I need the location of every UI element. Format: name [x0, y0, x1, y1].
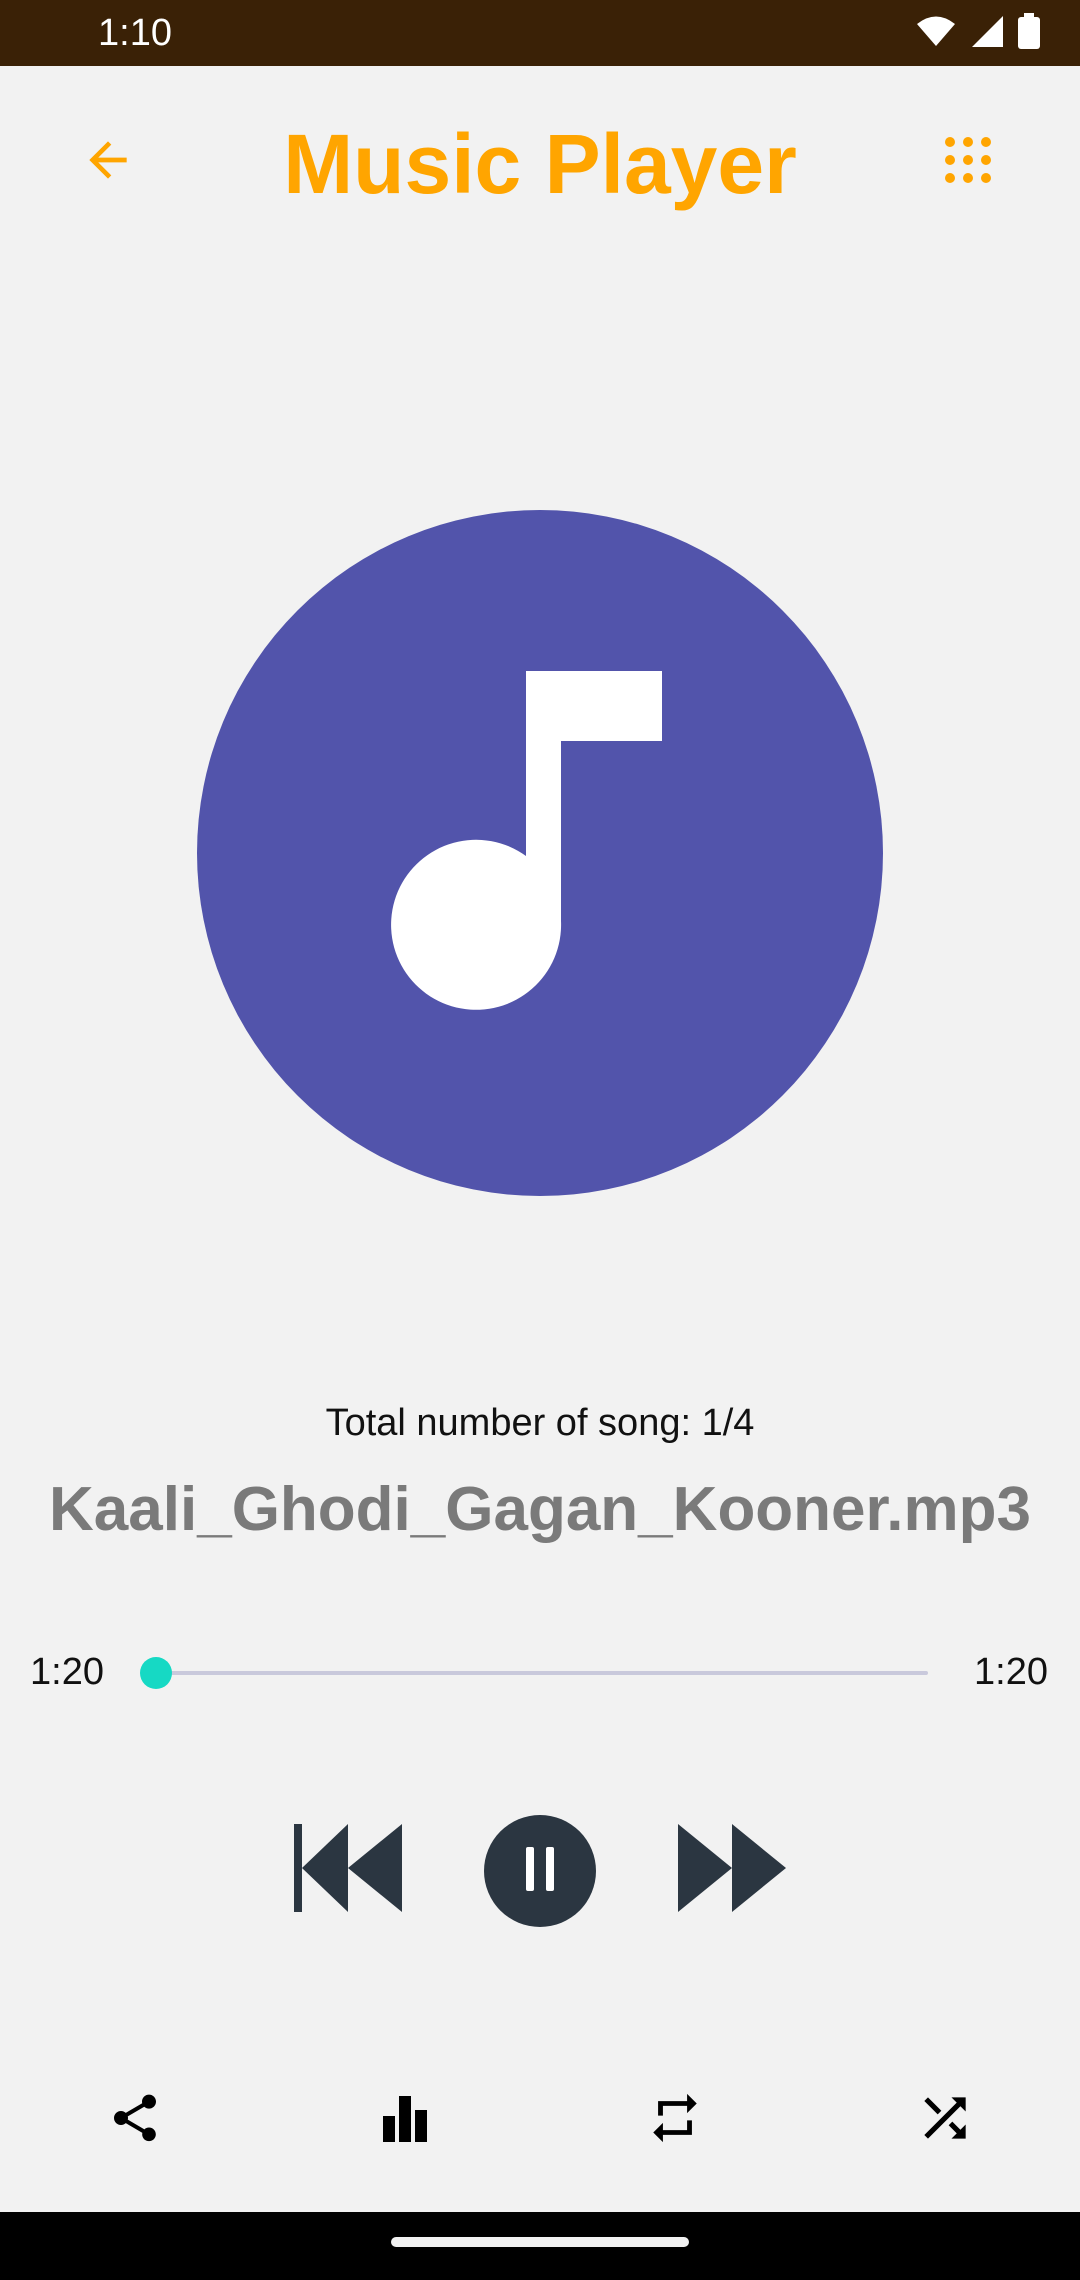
- music-note-icon: [390, 670, 690, 1036]
- system-nav-bar: [0, 2212, 1080, 2280]
- equalizer-button[interactable]: [365, 2080, 445, 2160]
- grid-menu-icon: [943, 135, 993, 190]
- skip-next-icon: [676, 1822, 788, 1919]
- share-button[interactable]: [95, 2080, 175, 2160]
- wifi-icon: [916, 15, 956, 52]
- seek-thumb[interactable]: [140, 1657, 172, 1689]
- bottom-action-bar: [0, 2070, 1080, 2170]
- playback-controls: [0, 1810, 1080, 1930]
- app-bar: Music Player: [0, 66, 1080, 256]
- status-bar: 1:10: [0, 0, 1080, 66]
- total-duration: 1:20: [974, 1651, 1048, 1693]
- repeat-button[interactable]: [635, 2080, 715, 2160]
- shuffle-icon: [914, 2087, 976, 2154]
- signal-icon: [970, 14, 1004, 53]
- elapsed-time: 1:20: [30, 1651, 104, 1693]
- pause-button[interactable]: [484, 1815, 596, 1927]
- next-button[interactable]: [674, 1820, 790, 1920]
- equalizer-icon: [379, 2092, 431, 2149]
- share-icon: [107, 2090, 163, 2151]
- song-count: Total number of song: 1/4: [325, 1402, 755, 1444]
- battery-icon: [1018, 12, 1040, 54]
- shuffle-button[interactable]: [905, 2080, 985, 2160]
- status-time: 1:10: [98, 12, 172, 54]
- menu-button[interactable]: [932, 126, 1004, 198]
- repeat-icon: [646, 2089, 704, 2152]
- skip-previous-icon: [292, 1822, 404, 1919]
- seek-track: [158, 1671, 928, 1675]
- pause-icon: [520, 1846, 560, 1896]
- song-title: Kaali_Ghodi_Gagan_Kooner.mp3: [49, 1475, 1031, 1544]
- home-gesture-handle[interactable]: [391, 2237, 689, 2247]
- previous-button[interactable]: [290, 1820, 406, 1920]
- seek-bar[interactable]: [140, 1650, 940, 1696]
- status-icons: [916, 12, 1040, 54]
- page-title: Music Player: [283, 117, 797, 211]
- album-art: [197, 510, 883, 1196]
